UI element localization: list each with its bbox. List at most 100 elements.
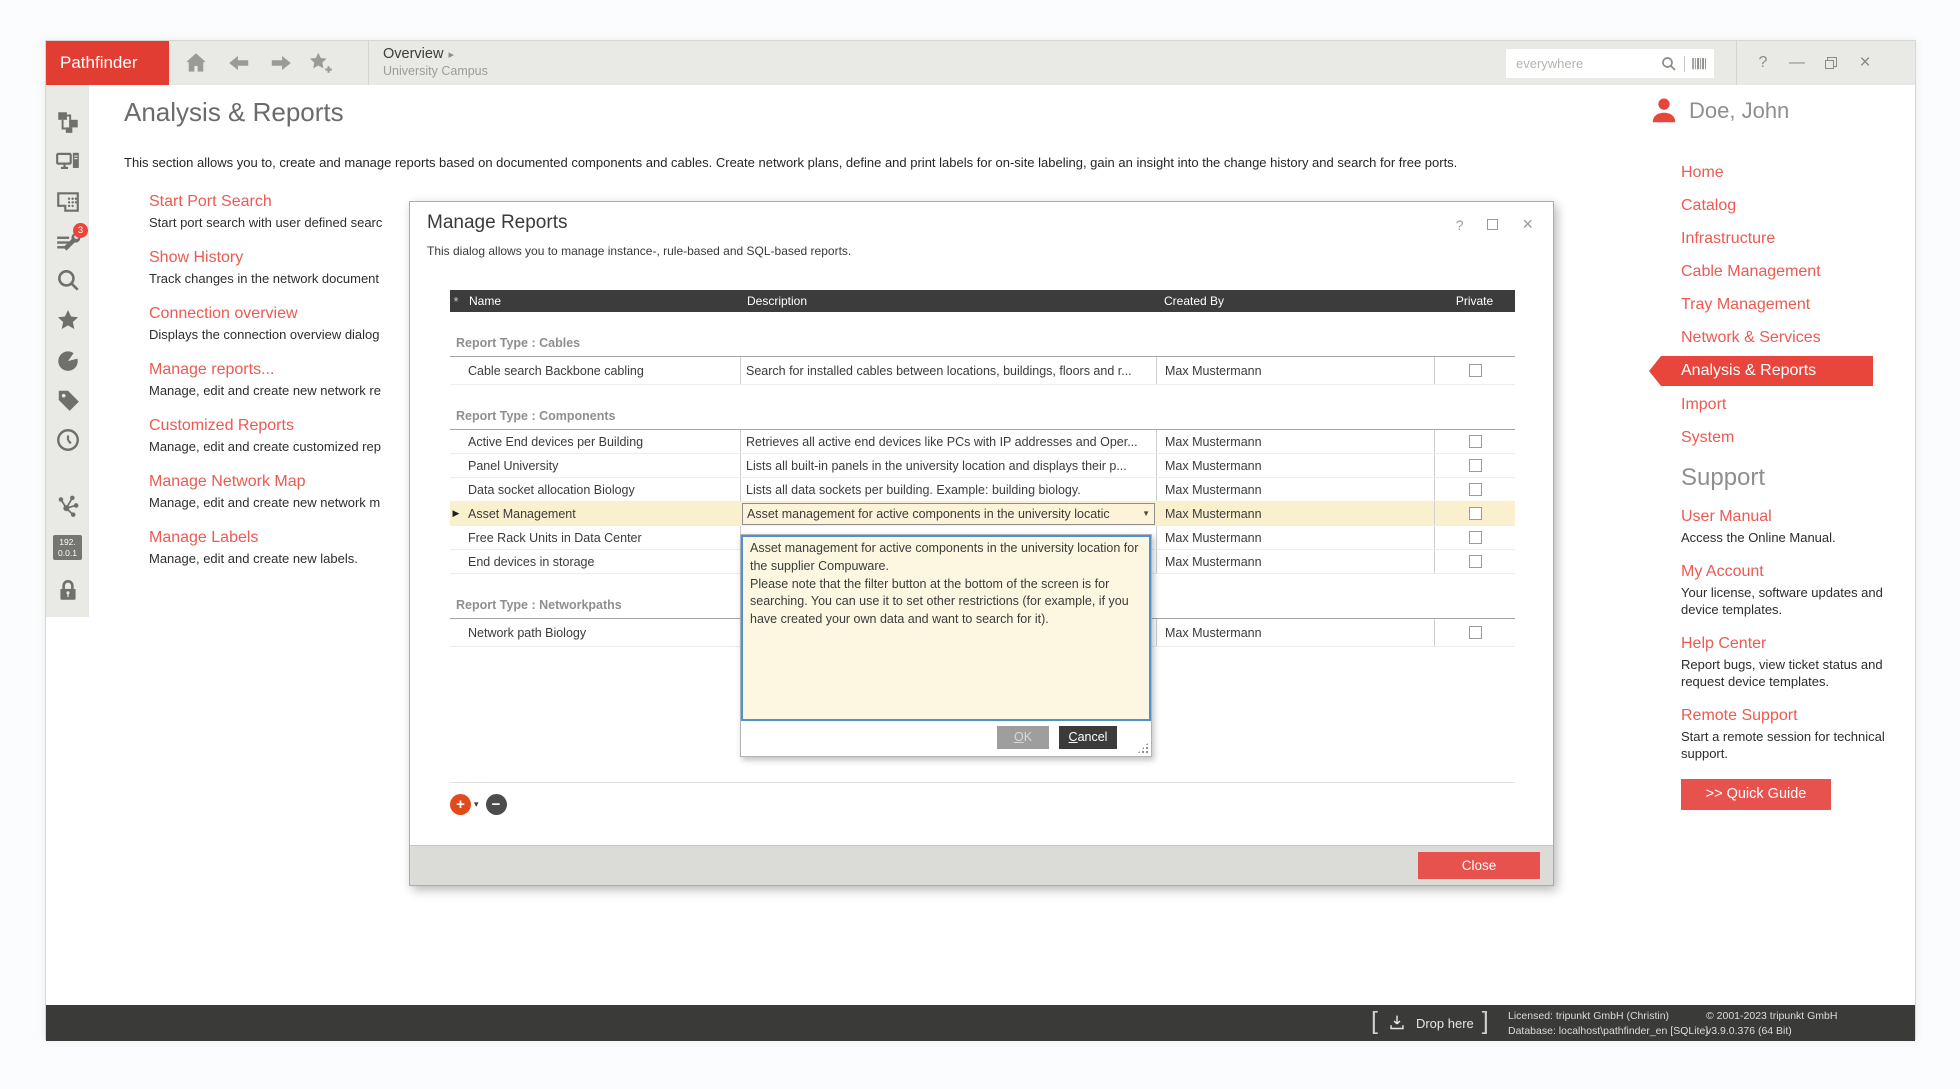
- link-label[interactable]: Manage Network Map: [149, 473, 306, 491]
- help-button[interactable]: ?: [1746, 54, 1780, 72]
- tools-icon[interactable]: 3: [54, 229, 82, 257]
- table-row[interactable]: Cable search Backbone cabling Search for…: [450, 357, 1515, 385]
- workstation-icon[interactable]: [54, 149, 82, 177]
- toolbar-divider: [368, 41, 369, 85]
- support-link[interactable]: Remote Support: [1681, 707, 1886, 725]
- dialog-controls: ? ×: [1456, 214, 1533, 235]
- drop-bracket-left: [: [1371, 1009, 1378, 1037]
- description-editor-textarea[interactable]: Asset management for active components i…: [741, 535, 1151, 721]
- minimize-button[interactable]: —: [1780, 54, 1814, 72]
- close-window-button[interactable]: ×: [1848, 52, 1882, 74]
- app-logo[interactable]: Pathfinder: [46, 41, 169, 85]
- link-label[interactable]: Manage Labels: [149, 529, 258, 547]
- add-favorite-icon[interactable]: [308, 50, 334, 76]
- search-rail-icon[interactable]: [54, 267, 82, 295]
- barcode-scan-icon[interactable]: [1690, 55, 1708, 73]
- manage-reports-dialog: Manage Reports ? × This dialog allows yo…: [409, 201, 1554, 886]
- report-created-by: Max Mustermann: [1157, 550, 1434, 573]
- forward-icon[interactable]: [268, 50, 294, 76]
- private-checkbox[interactable]: [1469, 435, 1482, 448]
- remove-report-button[interactable]: −: [486, 794, 507, 815]
- link-label[interactable]: Show History: [149, 249, 243, 267]
- tag-icon[interactable]: [54, 387, 82, 415]
- dialog-help-button[interactable]: ?: [1456, 217, 1464, 233]
- restore-button[interactable]: [1814, 57, 1848, 69]
- pie-chart-icon[interactable]: [54, 347, 82, 375]
- support-link[interactable]: User Manual: [1681, 508, 1886, 526]
- private-checkbox[interactable]: [1469, 459, 1482, 472]
- ok-button[interactable]: OK: [997, 726, 1049, 749]
- search-input[interactable]: [1516, 56, 1655, 71]
- support-section: Support User Manual Access the Online Ma…: [1681, 464, 1886, 810]
- link-label[interactable]: Customized Reports: [149, 417, 294, 435]
- drop-bracket-right: ]: [1482, 1009, 1489, 1037]
- description-combo-editor[interactable]: Asset management for active components i…: [742, 503, 1155, 525]
- resize-grip[interactable]: [1137, 742, 1149, 754]
- page-title: Analysis & Reports: [124, 97, 344, 128]
- table-row[interactable]: Data socket allocation Biology Lists all…: [450, 478, 1515, 502]
- lock-icon[interactable]: [54, 577, 82, 605]
- column-header-private[interactable]: Private: [1434, 294, 1515, 308]
- support-link[interactable]: Help Center: [1681, 635, 1886, 653]
- report-name: Asset Management: [462, 502, 740, 525]
- dialog-close-icon[interactable]: ×: [1522, 214, 1533, 235]
- column-header-created-by[interactable]: Created By: [1157, 294, 1434, 308]
- cancel-button[interactable]: Cancel: [1059, 726, 1117, 749]
- nav-item-tray-management[interactable]: Tray Management: [1641, 288, 1881, 321]
- add-report-button[interactable]: +: [450, 794, 471, 815]
- nav-item-cable-management[interactable]: Cable Management: [1641, 255, 1881, 288]
- column-header-name[interactable]: Name: [462, 294, 740, 308]
- private-checkbox[interactable]: [1469, 364, 1482, 377]
- quick-guide-button[interactable]: >> Quick Guide: [1681, 779, 1831, 810]
- private-checkbox[interactable]: [1469, 531, 1482, 544]
- link-label[interactable]: Connection overview: [149, 305, 298, 323]
- private-checkbox[interactable]: [1469, 483, 1482, 496]
- add-dropdown-caret[interactable]: ▾: [474, 799, 479, 810]
- private-checkbox[interactable]: [1469, 626, 1482, 639]
- private-checkbox[interactable]: [1469, 507, 1482, 520]
- dialog-maximize-button[interactable]: [1487, 219, 1498, 230]
- link-label[interactable]: Manage reports...: [149, 361, 274, 379]
- breadcrumb-title[interactable]: Overview: [383, 46, 443, 62]
- history-clock-icon[interactable]: [54, 427, 82, 455]
- support-my-account: My Account Your license, software update…: [1681, 563, 1886, 619]
- ip-address-icon[interactable]: 192.0.0.1: [53, 535, 82, 563]
- table-row[interactable]: Panel University Lists all built-in pane…: [450, 454, 1515, 478]
- column-header-description[interactable]: Description: [740, 294, 1157, 308]
- back-icon[interactable]: [226, 50, 252, 76]
- nav-item-system[interactable]: System: [1641, 421, 1881, 454]
- private-checkbox[interactable]: [1469, 555, 1482, 568]
- support-help-center: Help Center Report bugs, view ticket sta…: [1681, 635, 1886, 691]
- floorplan-icon[interactable]: [54, 189, 82, 217]
- table-row-selected[interactable]: ▶ Asset Management Asset management for …: [450, 502, 1515, 526]
- row-indicator-header: *: [450, 294, 462, 309]
- search-icon[interactable]: [1660, 55, 1678, 73]
- license-info: Licensed: tripunkt GmbH (Christin) Datab…: [1508, 1009, 1708, 1039]
- dropdown-arrow-icon[interactable]: ▼: [1142, 509, 1150, 518]
- nav-item-infrastructure[interactable]: Infrastructure: [1641, 222, 1881, 255]
- close-dialog-button[interactable]: Close: [1418, 852, 1540, 879]
- network-map-icon[interactable]: [54, 493, 82, 521]
- nav-item-network-services[interactable]: Network & Services: [1641, 321, 1881, 354]
- nav-item-import[interactable]: Import: [1641, 388, 1881, 421]
- group-header-cables[interactable]: Report Type : Cables: [450, 336, 1515, 357]
- nav-item-home[interactable]: Home: [1641, 156, 1881, 189]
- link-label[interactable]: Start Port Search: [149, 193, 272, 211]
- drop-zone[interactable]: [ Drop here ]: [1371, 1005, 1489, 1041]
- topology-icon[interactable]: [54, 109, 82, 137]
- report-description: Lists all built-in panels in the univers…: [740, 454, 1157, 477]
- version-info: © 2001-2023 tripunkt GmbH v3.9.0.376 (64…: [1706, 1009, 1837, 1039]
- table-row[interactable]: Active End devices per Building Retrieve…: [450, 430, 1515, 454]
- tools-badge: 3: [73, 223, 88, 238]
- report-created-by: Max Mustermann: [1157, 502, 1434, 525]
- nav-item-analysis-reports[interactable]: Analysis & Reports: [1649, 356, 1873, 386]
- breadcrumb[interactable]: Overview▸ University Campus: [383, 46, 488, 78]
- favorites-icon[interactable]: [54, 307, 82, 335]
- user-info[interactable]: Doe, John: [1641, 96, 1911, 126]
- group-header-components[interactable]: Report Type : Components: [450, 409, 1515, 430]
- table-header: * Name Description Created By Private: [450, 290, 1515, 312]
- nav-item-catalog[interactable]: Catalog: [1641, 189, 1881, 222]
- report-created-by: Max Mustermann: [1157, 478, 1434, 501]
- home-icon[interactable]: [183, 50, 209, 76]
- support-link[interactable]: My Account: [1681, 563, 1886, 581]
